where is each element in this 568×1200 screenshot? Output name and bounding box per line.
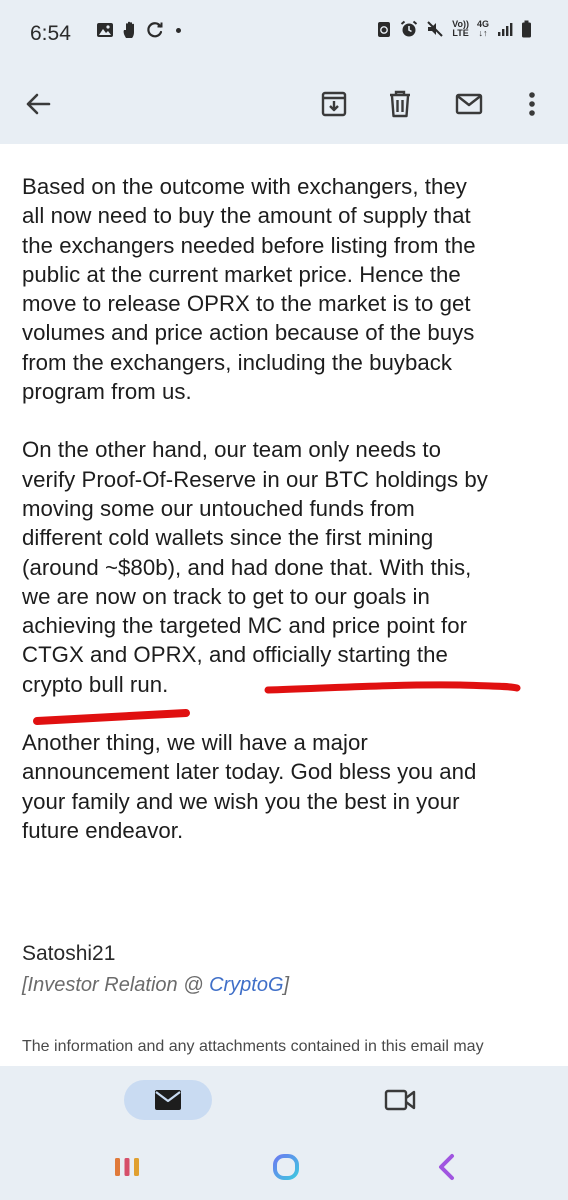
video-camera-icon — [384, 1089, 416, 1111]
email-paragraph-2: On the other hand, our team only needs t… — [22, 437, 488, 697]
mail-tab[interactable] — [124, 1080, 212, 1120]
sync-icon — [147, 22, 163, 38]
signature-role-prefix: [Investor Relation @ — [22, 974, 210, 996]
email-body: Based on the outcome with exchangers, th… — [22, 172, 542, 845]
hand-icon — [123, 21, 134, 38]
lte-text: LTE — [452, 28, 469, 38]
home-icon[interactable] — [272, 1153, 300, 1181]
bottom-navigation — [0, 1066, 568, 1200]
archive-button[interactable] — [314, 84, 354, 124]
archive-icon — [321, 91, 347, 117]
volte-indicator: Vo)) LTE — [452, 20, 469, 38]
mute-icon — [427, 21, 443, 37]
arrow-left-icon — [26, 93, 51, 115]
status-bar: 6:54 Vo)) LTE 4G ↓↑ — [0, 0, 568, 64]
network-activity-text: ↓↑ — [478, 28, 488, 38]
email-disclaimer: The information and any attachments cont… — [22, 1038, 484, 1055]
mark-unread-button[interactable] — [449, 84, 489, 124]
envelope-icon — [455, 93, 483, 115]
email-toolbar — [0, 64, 568, 144]
meet-tab[interactable] — [382, 1084, 418, 1116]
gallery-icon — [97, 23, 113, 37]
system-back-icon[interactable] — [436, 1153, 456, 1181]
mail-icon — [155, 1090, 181, 1110]
battery-icon — [522, 20, 531, 38]
alarm-icon — [401, 20, 418, 37]
more-options-button[interactable] — [512, 84, 552, 124]
signal-icon — [498, 23, 513, 36]
back-button[interactable] — [18, 84, 58, 124]
signature-name: Satoshi21 — [22, 942, 116, 965]
more-vert-icon — [529, 92, 535, 116]
signature-role-suffix: ] — [283, 974, 290, 996]
network-indicator: 4G ↓↑ — [477, 20, 489, 38]
delete-button[interactable] — [380, 84, 420, 124]
status-time: 6:54 — [30, 22, 71, 45]
email-paragraph-3: Another thing, we will have a major anno… — [22, 730, 477, 843]
saver-icon — [378, 22, 391, 37]
signature-company-link[interactable]: CryptoG — [209, 974, 283, 996]
recents-icon[interactable] — [114, 1156, 140, 1178]
more-notifications-dot — [176, 27, 181, 33]
signature-role: [Investor Relation @ CryptoG] — [22, 974, 289, 997]
system-status-icons: Vo)) LTE 4G ↓↑ — [376, 20, 532, 38]
notification-icons — [96, 21, 181, 39]
trash-icon — [390, 90, 410, 118]
email-paragraph-1: Based on the outcome with exchangers, th… — [22, 174, 476, 405]
